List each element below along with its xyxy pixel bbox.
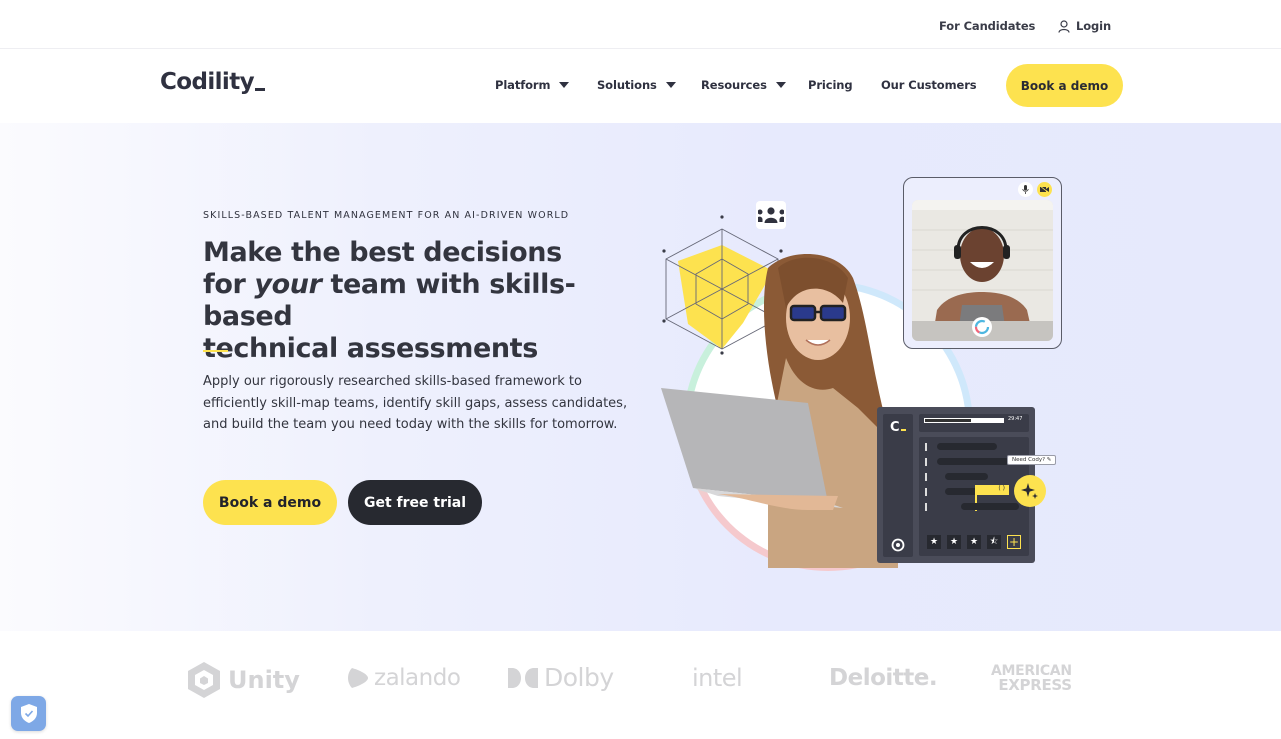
hero-description: Apply our rigorously researched skills-b… bbox=[203, 374, 628, 432]
camera-off-icon bbox=[1040, 186, 1049, 193]
nav-pricing[interactable]: Pricing bbox=[808, 78, 853, 92]
caret-down-icon bbox=[559, 82, 570, 88]
star-icon[interactable]: ★ bbox=[927, 535, 941, 549]
code-assessment-panel: C 29:47 ( ) ★ ★ ★ ⯪ + bbox=[877, 407, 1035, 563]
team-icon bbox=[758, 207, 784, 223]
radar-point bbox=[720, 215, 724, 219]
headline-line-3: technical assessments bbox=[203, 333, 538, 364]
code-editor: ( ) bbox=[919, 437, 1029, 533]
candidate-video-feed bbox=[912, 200, 1053, 341]
utility-bar: For Candidates Login bbox=[0, 0, 1281, 49]
caret-down-icon bbox=[775, 82, 786, 88]
nav-solutions[interactable]: Solutions bbox=[597, 78, 676, 92]
timer: 29:47 bbox=[1008, 416, 1023, 422]
progress-header: 29:47 bbox=[919, 414, 1029, 432]
codility-mark: C bbox=[890, 420, 906, 435]
nav-our-customers[interactable]: Our Customers bbox=[881, 78, 977, 92]
for-candidates-link[interactable]: For Candidates bbox=[939, 19, 1035, 33]
star-icon[interactable]: ★ bbox=[947, 535, 961, 549]
nav-solutions-label: Solutions bbox=[597, 78, 657, 92]
zalando-logo: zalando bbox=[348, 665, 461, 691]
sparkle-icon bbox=[1021, 483, 1038, 499]
headline-emphasis: your bbox=[254, 269, 322, 300]
candidate-photo bbox=[912, 200, 1053, 341]
half-star-icon[interactable]: ⯪ bbox=[987, 535, 1001, 549]
unity-cube-icon bbox=[188, 662, 220, 698]
hero-headline: Make the best decisions for your team wi… bbox=[203, 237, 653, 365]
pencil-icon: ✎ bbox=[1046, 457, 1052, 463]
code-highlight: ( ) bbox=[975, 485, 1009, 495]
settings-icon[interactable] bbox=[891, 538, 905, 552]
codility-logo[interactable]: Codility bbox=[160, 69, 265, 95]
hero-section: SKILLS-BASED TALENT MANAGEMENT FOR AN AI… bbox=[0, 123, 1281, 631]
microphone-icon bbox=[1022, 185, 1029, 194]
accent-divider bbox=[203, 350, 228, 352]
hero-book-demo-button[interactable]: Book a demo bbox=[203, 480, 337, 525]
dolby-mark-icon bbox=[508, 667, 538, 688]
american-express-logo: AMERICAN EXPRESS bbox=[991, 663, 1072, 694]
intel-logo: intel bbox=[692, 664, 743, 692]
progress-fill bbox=[925, 419, 972, 422]
cody-ai-button[interactable] bbox=[1014, 475, 1046, 507]
progress-bar bbox=[924, 418, 1004, 423]
hero-illustration: C 29:47 ( ) ★ ★ ★ ⯪ + Need Cody? ✎ bbox=[650, 123, 1080, 631]
nav-book-demo-button[interactable]: Book a demo bbox=[1006, 64, 1123, 107]
need-cody-tooltip: Need Cody? ✎ bbox=[1007, 455, 1057, 465]
camera-off-button[interactable] bbox=[1037, 182, 1052, 197]
shield-check-icon bbox=[20, 704, 37, 723]
add-icon[interactable]: + bbox=[1007, 535, 1021, 549]
main-nav: Codility Platform Solutions Resources Pr… bbox=[0, 50, 1281, 123]
customer-logos-strip: Unity zalando Dolby intel Deloitte. AMER… bbox=[0, 631, 1281, 739]
video-call-card bbox=[903, 177, 1062, 349]
unity-logo: Unity bbox=[186, 661, 300, 699]
microphone-button[interactable] bbox=[1018, 182, 1033, 197]
caret-down-icon bbox=[665, 82, 676, 88]
dolby-logo: Dolby bbox=[508, 663, 614, 692]
panel-sidebar: C bbox=[883, 414, 913, 557]
login-link[interactable]: Login bbox=[1058, 19, 1111, 33]
zalando-mark-icon bbox=[348, 668, 368, 688]
logo-text: Codility bbox=[160, 69, 255, 95]
star-icon[interactable]: ★ bbox=[967, 535, 981, 549]
headline-for: for bbox=[203, 269, 255, 300]
login-label: Login bbox=[1076, 19, 1112, 33]
rating-bar: ★ ★ ★ ⯪ + bbox=[919, 528, 1029, 556]
deloitte-logo: Deloitte. bbox=[829, 665, 938, 691]
headline-line-1: Make the best decisions bbox=[203, 237, 562, 268]
team-icon-box bbox=[756, 201, 786, 229]
privacy-settings-button[interactable] bbox=[11, 696, 46, 731]
hero-free-trial-button[interactable]: Get free trial bbox=[348, 480, 482, 525]
hero-eyebrow: SKILLS-BASED TALENT MANAGEMENT FOR AN AI… bbox=[203, 210, 570, 221]
nav-platform[interactable]: Platform bbox=[495, 78, 570, 92]
nav-resources-label: Resources bbox=[701, 78, 767, 92]
nav-resources[interactable]: Resources bbox=[701, 78, 786, 92]
user-icon bbox=[1058, 19, 1070, 33]
logo-cursor bbox=[254, 88, 265, 91]
nav-platform-label: Platform bbox=[495, 78, 551, 92]
